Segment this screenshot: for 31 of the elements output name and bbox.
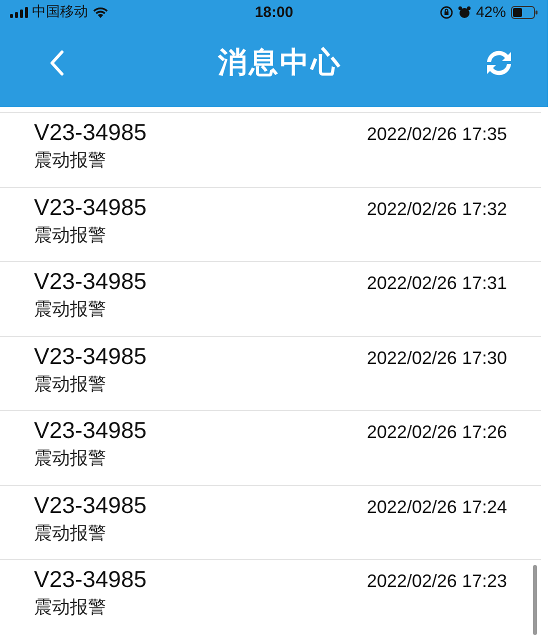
message-time: 2022/02/26 17:30 — [366, 348, 507, 368]
message-device-id: V23-34985 — [34, 268, 147, 295]
message-device-id: V23-34985 — [34, 342, 147, 370]
scrollbar — [533, 565, 537, 635]
message-device-id: V23-34985 — [34, 417, 147, 444]
message-device-id: V23-34985 — [34, 566, 147, 593]
message-time: 2022/02/26 17:26 — [366, 422, 507, 443]
carrier-name: 中国移动 — [32, 3, 88, 21]
message-device-id: V23-34985 — [34, 194, 147, 220]
message-time: 2022/02/26 17:35 — [366, 124, 507, 145]
message-event: 震动报警 — [34, 224, 106, 246]
page-title: 消息中心 — [218, 46, 342, 80]
rotation-lock-icon — [440, 6, 453, 18]
clock-time: 18:00 — [254, 4, 294, 20]
message-event: 震动报警 — [34, 298, 106, 321]
battery-percent: 42% — [476, 4, 506, 20]
message-event: 震动报警 — [34, 596, 106, 619]
message-event: 震动报警 — [34, 149, 106, 172]
message-event: 震动报警 — [34, 522, 106, 544]
message-device-id: V23-34985 — [34, 492, 147, 518]
message-time: 2022/02/26 17:31 — [366, 273, 507, 294]
message-time: 2022/02/26 17:32 — [366, 198, 507, 220]
message-event: 震动报警 — [34, 447, 106, 470]
back-button[interactable] — [48, 48, 66, 78]
battery-icon — [511, 6, 538, 18]
message-time: 2022/02/26 17:23 — [366, 571, 507, 592]
wifi-icon — [92, 6, 109, 18]
message-device-id: V23-34985 — [34, 119, 147, 146]
message-event: 震动报警 — [34, 372, 106, 396]
signal-icon — [10, 6, 28, 18]
message-time: 2022/02/26 17:24 — [366, 496, 507, 518]
